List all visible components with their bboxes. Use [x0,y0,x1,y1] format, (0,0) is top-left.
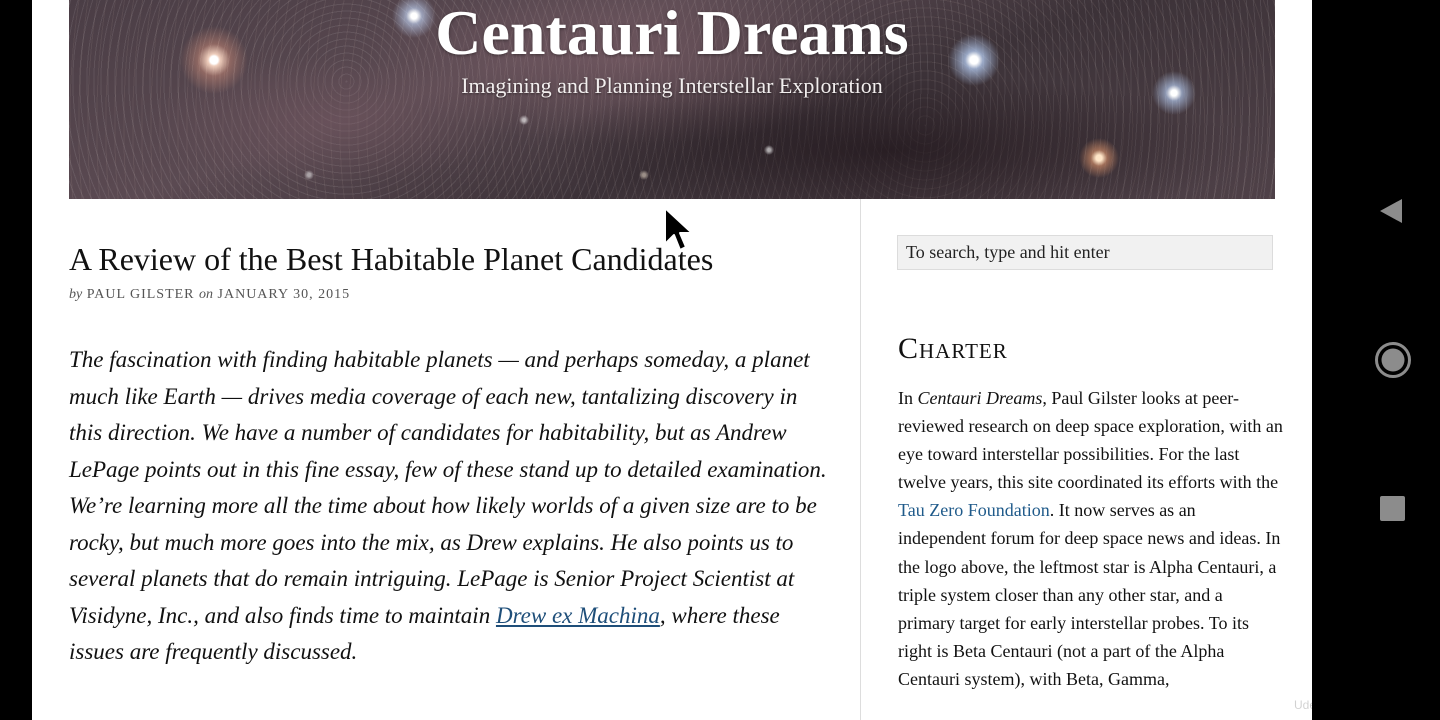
site-tagline: Imagining and Planning Interstellar Expl… [461,73,883,98]
site-title[interactable]: Centauri Dreams [69,0,1275,72]
lede-text: The fascination with finding habitable p… [69,347,827,628]
charter-site-name: Centauri Dreams [917,388,1043,408]
nav-back-icon[interactable] [1378,197,1404,225]
charter-text: In Centauri Dreams, Paul Gilster looks a… [898,384,1283,693]
site-header-banner[interactable]: Centauri Dreams Imagining and Planning I… [69,0,1275,199]
post-title[interactable]: A Review of the Best Habitable Planet Ca… [69,238,713,280]
charter-body-2: . It now serves as an independent forum … [898,500,1281,689]
byline-on: on [199,287,214,302]
nav-home-icon[interactable] [1374,341,1412,379]
byline-author[interactable]: Paul Gilster [87,287,195,302]
charter-heading: Charter [898,332,1008,365]
tau-zero-link[interactable]: Tau Zero Foundation [898,500,1050,520]
column-divider [860,199,861,720]
charter-in: In [898,388,918,408]
post-lede: The fascination with finding habitable p… [69,342,829,671]
search-input[interactable]: To search, type and hit enter [897,235,1273,270]
drew-ex-machina-link[interactable]: Drew ex Machina [496,603,660,628]
post-byline: by Paul Gilster on January 30, 2015 [69,285,350,305]
mouse-cursor-icon [664,207,693,251]
byline-by: by [69,287,83,302]
udemy-watermark: Udemy [1294,698,1312,712]
byline-date: January 30, 2015 [217,287,351,302]
web-page: Centauri Dreams Imagining and Planning I… [32,0,1312,720]
nav-recent-apps-icon[interactable] [1380,496,1405,521]
